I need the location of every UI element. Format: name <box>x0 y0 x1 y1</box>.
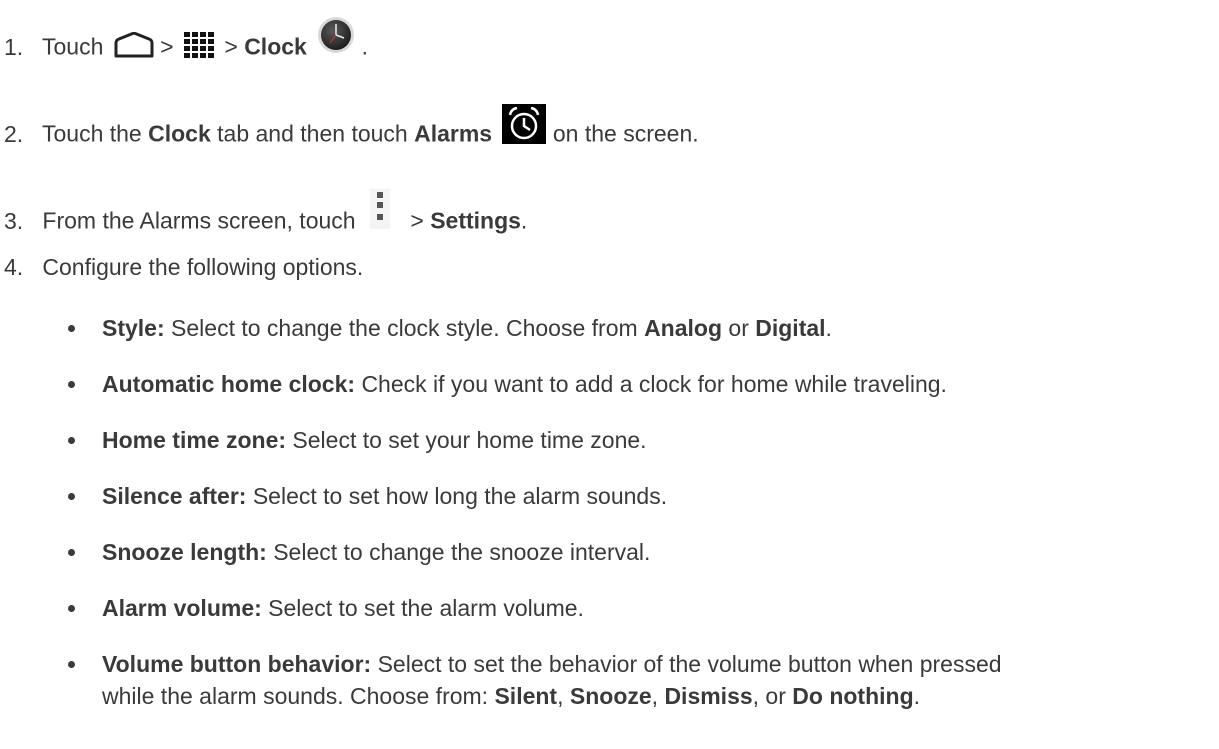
bullet-icon <box>68 605 75 612</box>
bullet-icon <box>68 549 75 556</box>
bullet-icon <box>68 381 75 388</box>
option-choice: Snooze <box>569 683 652 709</box>
step-text: From the Alarms screen, touch <box>42 207 356 234</box>
step-4: 4. Configure the following options. <box>4 252 363 282</box>
bullet-icon <box>68 661 75 668</box>
option-automatic-home-clock: Automatic home clock: Check if you want … <box>68 369 947 399</box>
alarm-clock-icon <box>502 104 547 151</box>
step-end: . <box>520 207 528 234</box>
bullet-icon <box>68 493 75 500</box>
clock-label: Clock <box>244 33 307 60</box>
option-end: . <box>825 315 832 341</box>
option-end: . <box>913 683 921 709</box>
option-volume-button-behavior-cont: while the alarm sounds. Choose from: Sil… <box>102 681 920 711</box>
separator: > <box>160 33 174 60</box>
option-text: Check if you want to add a clock for hom… <box>361 371 947 397</box>
option-sep: , <box>651 683 659 709</box>
step-number: 2. <box>4 120 24 147</box>
option-label: Automatic home clock: <box>102 371 356 397</box>
option-choice: Analog <box>644 315 723 341</box>
option-text: while the alarm sounds. Choose from: <box>102 683 489 709</box>
bullet-icon <box>68 437 75 444</box>
alarms-label: Alarms <box>414 120 493 147</box>
option-text: Select to set the alarm volume. <box>268 595 584 621</box>
step-2: 2. Touch the Clock tab and then touch Al… <box>4 104 699 159</box>
settings-label: Settings <box>430 207 521 234</box>
option-label: Home time zone: <box>102 427 287 453</box>
step-text: Touch <box>41 33 104 60</box>
separator: > <box>224 33 238 60</box>
bullet-icon <box>68 325 75 332</box>
home-outline-icon <box>114 31 154 65</box>
step-1: 1. Touch > > Clock . <box>4 17 368 71</box>
option-choice: Digital <box>755 315 826 341</box>
option-text: Select to change the clock style. Choose… <box>171 315 638 341</box>
step-number: 1. <box>4 33 24 60</box>
step-text: on the screen. <box>552 120 699 147</box>
separator: > <box>410 207 424 234</box>
clock-tab-label: Clock <box>148 120 211 147</box>
step-end: . <box>361 33 368 60</box>
option-label: Volume button behavior: <box>102 651 372 677</box>
option-label: Silence after: <box>102 483 247 509</box>
option-style: Style: Select to change the clock style.… <box>68 313 832 343</box>
apps-grid-icon <box>183 31 215 66</box>
step-text: Configure the following options. <box>42 254 364 280</box>
option-label: Style: <box>102 315 165 341</box>
option-label: Alarm volume: <box>102 595 262 621</box>
step-text: Touch the <box>41 120 142 147</box>
option-text: or <box>728 315 749 341</box>
clock-app-icon <box>317 16 355 61</box>
step-text: tab and then touch <box>217 120 408 147</box>
option-choice: Silent <box>494 683 558 709</box>
option-label: Snooze length: <box>102 539 267 565</box>
option-text: Select to set your home time zone. <box>292 427 647 453</box>
option-choice: Dismiss <box>664 683 753 709</box>
option-choice: Do nothing <box>792 683 914 709</box>
option-text: Select to change the snooze interval. <box>273 539 651 565</box>
option-silence-after: Silence after: Select to set how long th… <box>68 481 667 511</box>
option-home-time-zone: Home time zone: Select to set your home … <box>68 425 647 455</box>
option-snooze-length: Snooze length: Select to change the snoo… <box>68 537 650 567</box>
overflow-menu-icon <box>369 189 390 236</box>
option-volume-button-behavior: Volume button behavior: Select to set th… <box>68 649 1002 679</box>
option-sep: , or <box>752 683 786 709</box>
option-text: Select to set how long the alarm sounds. <box>252 483 668 509</box>
option-text: Select to set the behavior of the volume… <box>377 651 1002 677</box>
step-number: 4. <box>4 254 24 280</box>
option-sep: , <box>557 683 564 709</box>
step-number: 3. <box>4 207 24 234</box>
option-alarm-volume: Alarm volume: Select to set the alarm vo… <box>68 593 584 623</box>
step-3: 3. From the Alarms screen, touch > Setti… <box>4 189 528 246</box>
